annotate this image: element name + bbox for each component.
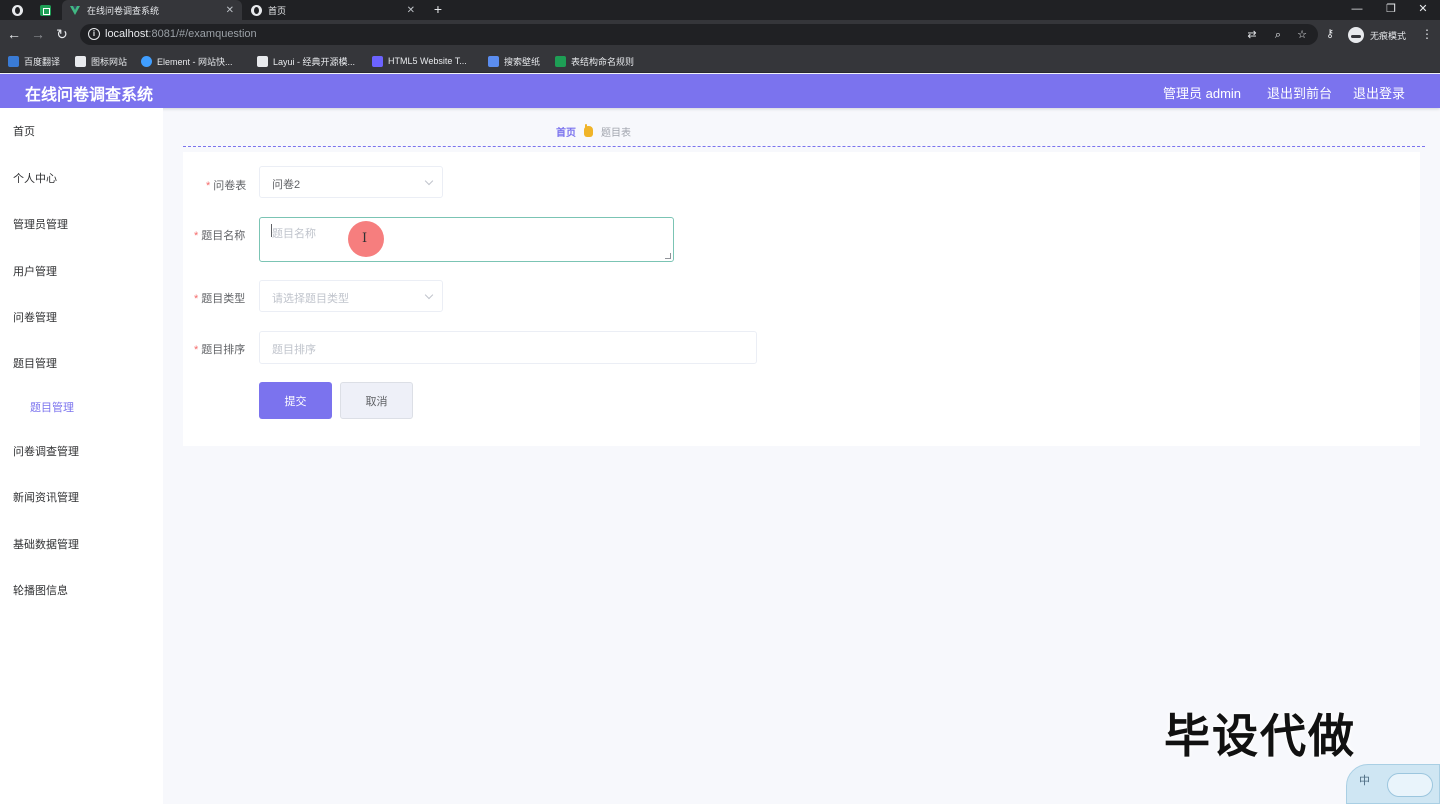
sidebar-item-question-management[interactable]: 题目管理 [13, 355, 57, 371]
bookmark-item[interactable]: 搜索壁纸 [488, 53, 540, 69]
app-header: 在线问卷调查系统 管理员 admin 退出到前台 退出登录 [0, 74, 1440, 108]
globe-icon [251, 4, 262, 16]
reload-button[interactable]: ↻ [52, 24, 72, 44]
vue-icon [70, 5, 81, 16]
new-tab-button[interactable]: + [430, 0, 446, 20]
globe-icon [11, 4, 23, 16]
html5-icon [372, 55, 383, 67]
survey-select[interactable]: 问卷2 [259, 166, 443, 198]
question-order-placeholder: 题目排序 [272, 344, 316, 356]
incognito-indicator[interactable]: 无痕模式 [1348, 26, 1406, 44]
bookmark-item[interactable]: 表结构命名规则 [555, 53, 634, 69]
question-order-input[interactable]: 题目排序 [259, 331, 757, 364]
translate-icon[interactable]: ⇄ [1244, 27, 1260, 43]
sidebar-item-basic-data[interactable]: 基础数据管理 [13, 536, 79, 552]
submit-button[interactable]: 提交 [259, 382, 332, 419]
incognito-icon [1348, 27, 1364, 43]
sidebar-subitem-question-management[interactable]: 题目管理 [30, 399, 74, 415]
chevron-down-icon [424, 176, 434, 186]
translate-icon [8, 55, 19, 67]
tab-title: 在线问卷调查系统 [87, 5, 160, 16]
question-type-select[interactable]: 请选择题目类型 [259, 280, 443, 312]
close-icon[interactable]: ✕ [226, 5, 234, 16]
text-cursor-icon: I [362, 231, 368, 246]
question-type-label: * 题目类型 [194, 293, 246, 305]
sidebar-item-survey-management[interactable]: 问卷管理 [13, 309, 57, 325]
bookmark-item[interactable]: 图标网站 [75, 53, 127, 69]
text-caret [271, 224, 272, 237]
restore-button[interactable]: ❐ [1374, 0, 1408, 20]
breadcrumb-home[interactable]: 首页 [556, 124, 576, 139]
bookmark-item[interactable]: HTML5 Website T... [372, 53, 467, 69]
tab-survey-system[interactable]: 在线问卷调查系统 ✕ [62, 0, 242, 20]
survey-label: * 问卷表 [206, 180, 247, 192]
exit-to-front-link[interactable]: 退出到前台 [1267, 83, 1332, 102]
watermark-text: 毕设代做 [1164, 710, 1356, 762]
bookmarks-bar: 百度翻译 图标网站 Element - 网站快... Layui - 经典开源模… [0, 49, 1440, 73]
app-title: 在线问卷调查系统 [25, 87, 154, 104]
bookmark-item[interactable]: Element - 网站快... [141, 53, 233, 69]
ime-widget[interactable]: 中 [1346, 764, 1440, 804]
logout-link[interactable]: 退出登录 [1353, 83, 1405, 102]
element-icon [141, 55, 152, 67]
tab-home[interactable]: 首页 ✕ [243, 0, 423, 20]
bookmark-item[interactable]: Layui - 经典开源模... [257, 53, 355, 69]
sidebar-item-user-management[interactable]: 用户管理 [13, 263, 57, 279]
incognito-label: 无痕模式 [1370, 30, 1407, 41]
divider [183, 146, 1425, 147]
address-bar[interactable]: i localhost:8081/#/examquestion ⇄ ⌕ ☆ [80, 24, 1318, 45]
sheet-icon [555, 55, 566, 67]
browser-toolbar: ← → ↻ i localhost:8081/#/examquestion ⇄ … [0, 20, 1440, 49]
layui-icon [257, 55, 268, 67]
admin-label: 管理员 admin [1163, 86, 1242, 101]
question-order-label: * 题目排序 [194, 344, 246, 356]
minimize-button[interactable]: — [1340, 0, 1374, 20]
resize-handle-icon[interactable] [665, 253, 671, 259]
question-type-placeholder: 请选择题目类型 [272, 293, 349, 305]
sidebar-item-news[interactable]: 新闻资讯管理 [13, 489, 79, 505]
url-text: localhost:8081/#/examquestion [105, 28, 257, 40]
sidebar-item-home[interactable]: 首页 [13, 123, 35, 139]
close-window-button[interactable]: ✕ [1406, 0, 1440, 20]
star-icon[interactable]: ☆ [1294, 27, 1310, 43]
cloud-icon [1387, 773, 1433, 797]
sheet-icon [39, 4, 51, 16]
chevron-down-icon [424, 290, 434, 300]
sidebar: 首页 个人中心 管理员管理 用户管理 问卷管理 题目管理 题目管理 问卷调查管理… [0, 108, 163, 804]
question-name-label: * 题目名称 [194, 230, 246, 242]
sidebar-item-carousel[interactable]: 轮播图信息 [13, 582, 68, 598]
cancel-button[interactable]: 取消 [340, 382, 413, 419]
ime-mode-label: 中 [1359, 775, 1370, 787]
question-name-textarea[interactable]: 题目名称 [259, 217, 674, 262]
question-name-placeholder: 题目名称 [272, 228, 316, 240]
pinned-tab-2[interactable] [34, 2, 56, 18]
back-button[interactable]: ← [4, 24, 24, 44]
info-icon[interactable]: i [88, 28, 100, 40]
breadcrumb: 首页 题目表 [556, 124, 631, 139]
sidebar-item-admin-management[interactable]: 管理员管理 [13, 216, 68, 232]
tab-title: 首页 [268, 5, 287, 16]
browser-tab-bar: 在线问卷调查系统 ✕ 首页 ✕ + — ❐ ✕ [0, 0, 1440, 20]
sidebar-item-personal-center[interactable]: 个人中心 [13, 170, 57, 186]
forward-button[interactable]: → [28, 24, 48, 44]
zoom-icon[interactable]: ⌕ [1270, 27, 1286, 43]
wallpaper-icon [488, 55, 499, 67]
bookmark-item[interactable]: 百度翻译 [8, 53, 60, 69]
flag-icon [75, 55, 86, 67]
browser-menu-icon[interactable]: ⋮ [1420, 26, 1434, 42]
hand-icon [584, 124, 593, 137]
breadcrumb-current: 题目表 [601, 128, 631, 139]
sidebar-item-survey-investigation[interactable]: 问卷调查管理 [13, 443, 79, 459]
survey-select-value: 问卷2 [272, 179, 301, 191]
pinned-tab-1[interactable] [6, 2, 28, 18]
key-icon[interactable]: ⚷ [1326, 28, 1338, 40]
close-icon[interactable]: ✕ [407, 5, 415, 16]
